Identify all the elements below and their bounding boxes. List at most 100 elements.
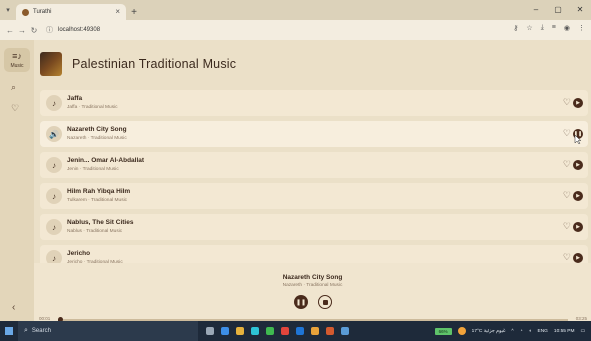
favorite-heart-icon[interactable]: ♡ — [563, 128, 571, 138]
mouse-cursor-icon — [574, 135, 581, 144]
site-info-icon[interactable]: ⓘ — [46, 25, 53, 35]
play-button[interactable]: ▶ — [573, 191, 583, 201]
close-window-button[interactable]: ✕ — [569, 0, 591, 18]
store-icon[interactable] — [251, 327, 259, 335]
tab-title: Turathi — [33, 9, 52, 15]
back-arrow-icon[interactable]: ← — [4, 26, 16, 35]
reading-list-icon[interactable]: ≡ — [552, 24, 556, 32]
minimize-button[interactable]: – — [525, 0, 547, 18]
song-list: ♪ Jaffa Jaffa · Traditional Music ♡ ▶ 🔊 … — [40, 90, 588, 276]
play-button[interactable]: ▶ — [573, 98, 583, 108]
chrome-icon[interactable] — [311, 327, 319, 335]
now-playing-title: Nazareth City Song — [282, 274, 343, 281]
favorites-heart-icon[interactable]: ♡ — [11, 103, 19, 114]
music-library-icon: ≡♪ — [12, 50, 22, 61]
app-icon-green[interactable] — [266, 327, 274, 335]
taskbar-search[interactable]: ⌕ Search — [18, 321, 198, 341]
address-bar: ← → ↻ ⓘ localhost:49308 ⚷ ☆ ⤓ ≡ ◉ ⋮ — [0, 20, 591, 40]
start-button[interactable] — [0, 321, 18, 341]
browser-toolbar-icons: ⚷ ☆ ⤓ ≡ ◉ ⋮ — [513, 24, 585, 32]
player-stop-button[interactable] — [318, 295, 332, 309]
favorite-heart-icon[interactable]: ♡ — [563, 252, 571, 262]
browser-tab[interactable]: Turathi × — [16, 4, 126, 20]
album-cover-image — [40, 52, 62, 76]
maximize-button[interactable]: ▢ — [547, 0, 569, 18]
bookmark-star-icon[interactable]: ☆ — [526, 24, 532, 32]
tab-menu-icon[interactable]: ▾ — [0, 0, 16, 20]
tab-close-icon[interactable]: × — [115, 7, 120, 16]
song-title: Nazareth City Song — [67, 126, 127, 133]
weather-icon — [457, 327, 466, 335]
weather-text[interactable]: 17°C غيوم جزئية — [472, 329, 506, 334]
clock[interactable]: 10:55 PM — [554, 329, 575, 334]
language-indicator[interactable]: ENG — [538, 329, 548, 334]
key-icon[interactable]: ⚷ — [513, 24, 518, 32]
edge-icon[interactable] — [221, 327, 229, 335]
vscode-icon[interactable] — [296, 327, 304, 335]
play-button[interactable]: ▶ — [573, 253, 583, 263]
music-note-icon: ♪ — [46, 219, 62, 235]
volume-icon[interactable]: ◖ — [529, 329, 532, 334]
windows-logo-icon — [5, 327, 13, 335]
reload-icon[interactable]: ↻ — [28, 26, 40, 35]
sidebar: ≡♪ Music ⌕ ♡ ‹ — [0, 40, 34, 321]
forward-arrow-icon[interactable]: → — [16, 26, 28, 35]
collapse-sidebar-icon[interactable]: ‹ — [12, 302, 15, 313]
network-icon[interactable]: ◔ — [520, 329, 523, 334]
app-icon-red[interactable] — [281, 327, 289, 335]
music-app: ≡♪ Music ⌕ ♡ ‹ Palestinian Traditional M… — [0, 40, 591, 322]
stop-icon — [322, 299, 328, 305]
window-controls: – ▢ ✕ — [525, 0, 591, 18]
url-text[interactable]: localhost:49308 — [58, 27, 100, 33]
music-note-icon: ♪ — [46, 188, 62, 204]
music-note-icon: ♪ — [46, 95, 62, 111]
music-note-icon: ♪ — [46, 157, 62, 173]
url-field[interactable]: ⓘ localhost:49308 — [46, 25, 100, 35]
song-title: Hilm Rah Yibqa Hilm — [67, 188, 131, 195]
new-tab-button[interactable]: + — [126, 4, 142, 20]
tray-expand-icon[interactable]: ^ — [511, 329, 513, 334]
file-explorer-icon[interactable] — [236, 327, 244, 335]
song-row[interactable]: ♪ Nablus, The Sit Cities Nablus · Tradit… — [40, 214, 588, 240]
favicon-icon — [22, 8, 29, 16]
page-title: Palestinian Traditional Music — [72, 57, 237, 71]
song-row[interactable]: ♪ Hilm Rah Yibqa Hilm Tulkarem · Traditi… — [40, 183, 588, 209]
song-title: Jaffa — [67, 95, 83, 102]
play-button[interactable]: ▶ — [573, 222, 583, 232]
speaker-icon: 🔊 — [46, 126, 62, 142]
app-icon-blue[interactable] — [341, 327, 349, 335]
song-subtitle: Jaffa · Traditional Music — [67, 105, 118, 110]
song-title: Jericho — [67, 250, 91, 257]
sidebar-item-label: Music — [10, 62, 24, 69]
song-row[interactable]: ♪ Jaffa Jaffa · Traditional Music ♡ ▶ — [40, 90, 588, 116]
task-view-icon[interactable] — [206, 327, 214, 335]
song-subtitle: Nablus · Traditional Music — [67, 229, 123, 234]
now-playing-bar: Nazareth City Song Nazareth · Traditiona… — [34, 263, 591, 322]
browser-tab-bar: ▾ Turathi × + – ▢ ✕ — [0, 0, 591, 20]
search-icon[interactable]: ⌕ — [11, 82, 16, 93]
song-row[interactable]: ♪ Jenin... Omar Al-Abdallat Jenin · Trad… — [40, 152, 588, 178]
download-icon[interactable]: ⤓ — [541, 24, 544, 32]
favorite-heart-icon[interactable]: ♡ — [563, 159, 571, 169]
profile-icon[interactable]: ◉ — [564, 24, 570, 32]
system-tray: 66% 17°C غيوم جزئية ^ ◔ ◖ ENG 10:55 PM ▭ — [434, 321, 585, 341]
search-icon: ⌕ — [24, 327, 28, 334]
notifications-icon[interactable]: ▭ — [580, 329, 585, 334]
song-subtitle: Jenin · Traditional Music — [67, 167, 119, 172]
page-header: Palestinian Traditional Music — [40, 52, 236, 76]
taskbar-search-placeholder: Search — [31, 328, 51, 334]
play-button[interactable]: ▶ — [573, 160, 583, 170]
now-playing-subtitle: Nazareth · Traditional Music — [282, 283, 343, 288]
song-subtitle: Nazareth · Traditional Music — [67, 136, 127, 141]
favorite-heart-icon[interactable]: ♡ — [563, 190, 571, 200]
sidebar-item-music[interactable]: ≡♪ Music — [4, 48, 30, 72]
player-pause-button[interactable]: ❚❚ — [294, 295, 308, 309]
os-taskbar: ⌕ Search 66% 17°C غيوم جزئية ^ ◔ ◖ ENG 1… — [0, 321, 591, 341]
app-icon-orange[interactable] — [326, 327, 334, 335]
browser-menu-icon[interactable]: ⋮ — [578, 24, 585, 32]
favorite-heart-icon[interactable]: ♡ — [563, 221, 571, 231]
favorite-heart-icon[interactable]: ♡ — [563, 97, 571, 107]
battery-indicator[interactable]: 66% — [434, 327, 452, 335]
song-row-playing[interactable]: 🔊 Nazareth City Song Nazareth · Traditio… — [40, 121, 588, 147]
song-subtitle: Tulkarem · Traditional Music — [67, 198, 128, 203]
